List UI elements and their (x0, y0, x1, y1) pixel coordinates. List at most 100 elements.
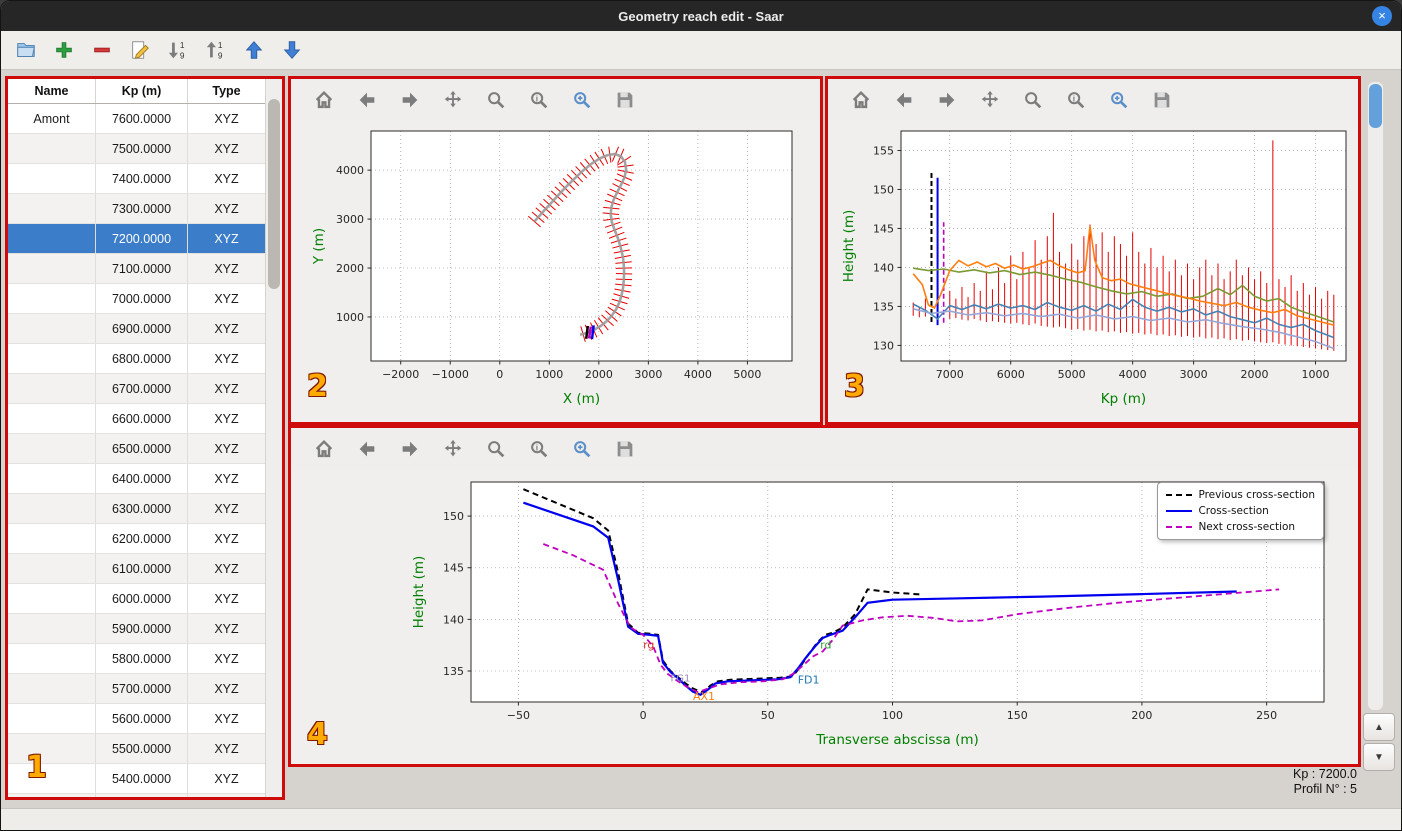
svg-text:150: 150 (873, 183, 894, 196)
zoom-button[interactable] (483, 436, 509, 462)
plan-figure: −2000 −1000 0 1000 2000 3000 4000 5000 1000 2000 3… (291, 121, 820, 422)
table-row[interactable]: 5900.0000 XYZ (8, 614, 266, 644)
cell-kp: 6000.0000 (96, 584, 188, 613)
table-row[interactable]: 6300.0000 XYZ (8, 494, 266, 524)
svg-text:Y (m): Y (m) (311, 228, 327, 265)
table-row[interactable]: 5300.0000XYZ (8, 794, 266, 797)
forward-button[interactable] (934, 87, 960, 113)
status-bar (1, 808, 1401, 830)
table-row[interactable]: 6600.0000 XYZ (8, 404, 266, 434)
table-row[interactable]: 5800.0000 XYZ (8, 644, 266, 674)
svg-text:6000: 6000 (997, 368, 1025, 381)
move-up-button[interactable] (241, 37, 267, 63)
content-area: Name Kp (m) Type Amont 7600.0000 XYZ 7500.000… (1, 69, 1401, 809)
table-row[interactable]: 6100.0000 XYZ (8, 554, 266, 584)
profile-up-button[interactable]: ▲ (1363, 713, 1395, 741)
table-row[interactable]: 6800.0000 XYZ (8, 344, 266, 374)
table-row[interactable]: 7400.0000 XYZ (8, 164, 266, 194)
customize-button[interactable] (1106, 87, 1132, 113)
edit-button[interactable] (127, 37, 153, 63)
add-button[interactable] (51, 37, 77, 63)
svg-text:140: 140 (443, 613, 464, 626)
pan-button[interactable] (440, 436, 466, 462)
longitudinal-figure: 7000 6000 5000 4000 3000 2000 1000 130 135 140 145… (828, 121, 1358, 422)
svg-text:9: 9 (218, 51, 223, 60)
customize-button[interactable] (569, 87, 595, 113)
profile-down-button[interactable]: ▼ (1363, 743, 1395, 771)
main-toolbar: 1919 (1, 31, 1401, 70)
cell-name (8, 134, 96, 163)
home-button[interactable] (311, 87, 337, 113)
table-row[interactable]: 6900.0000 XYZ (8, 314, 266, 344)
plan-plot-canvas[interactable]: −2000 −1000 0 1000 2000 3000 4000 5000 1000 2000 3… (291, 121, 820, 422)
cell-kp: 5300.0000 (96, 794, 188, 797)
subplots-button[interactable]: i (526, 87, 552, 113)
longitudinal-plot-canvas[interactable]: 7000 6000 5000 4000 3000 2000 1000 130 135 140 145… (828, 121, 1358, 422)
subplots-button[interactable]: i (1063, 87, 1089, 113)
svg-text:3000: 3000 (1180, 368, 1208, 381)
move-down-button[interactable] (279, 37, 305, 63)
back-icon (896, 92, 912, 108)
edit-icon (132, 41, 149, 59)
table-row[interactable]: 5600.0000 XYZ (8, 704, 266, 734)
back-button[interactable] (354, 436, 380, 462)
save-button[interactable] (612, 436, 638, 462)
back-button[interactable] (354, 87, 380, 113)
window-title: Geometry reach edit - Saar (618, 8, 784, 24)
table-row[interactable]: 6400.0000 XYZ (8, 464, 266, 494)
table-row[interactable]: 7100.0000 XYZ (8, 254, 266, 284)
subplots-button[interactable]: i (526, 436, 552, 462)
pan-button[interactable] (977, 87, 1003, 113)
cell-type: XYZ (188, 704, 266, 733)
svg-text:135: 135 (443, 665, 464, 678)
remove-button[interactable] (89, 37, 115, 63)
zoom-icon (1025, 92, 1042, 109)
zoom-button[interactable] (1020, 87, 1046, 113)
close-button[interactable]: × (1372, 6, 1392, 26)
table-row[interactable]: 6200.0000 XYZ (8, 524, 266, 554)
open-button[interactable] (13, 37, 39, 63)
svg-text:i: i (536, 443, 538, 452)
cell-type: XYZ (188, 254, 266, 283)
cell-kp: 5500.0000 (96, 734, 188, 763)
sort-ascending-button[interactable]: 19 (203, 37, 229, 63)
home-button[interactable] (848, 87, 874, 113)
save-button[interactable] (612, 87, 638, 113)
table-row[interactable]: 7200.0000 XYZ (8, 224, 266, 254)
zoom-button[interactable] (483, 87, 509, 113)
table-row[interactable]: 5700.0000 XYZ (8, 674, 266, 704)
longitudinal-plot-toolbar: i (828, 79, 1358, 121)
zoom-icon (488, 441, 505, 458)
table-row[interactable]: 7500.0000 XYZ (8, 134, 266, 164)
column-header-name[interactable]: Name (8, 79, 96, 103)
vertical-scrollbar[interactable] (1367, 81, 1384, 711)
forward-button[interactable] (397, 87, 423, 113)
table-row[interactable]: 7000.0000 XYZ (8, 284, 266, 314)
table-row[interactable]: 6700.0000 XYZ (8, 374, 266, 404)
home-button[interactable] (311, 436, 337, 462)
customize-button[interactable] (569, 436, 595, 462)
back-button[interactable] (891, 87, 917, 113)
sort-descending-button[interactable]: 19 (165, 37, 191, 63)
table-row[interactable]: 6500.0000 XYZ (8, 434, 266, 464)
table-row[interactable]: Amont 7600.0000 XYZ (8, 104, 266, 134)
svg-text:−2000: −2000 (382, 368, 419, 381)
svg-text:2000: 2000 (1241, 368, 1269, 381)
column-header-kp-m[interactable]: Kp (m) (96, 79, 188, 103)
pan-button[interactable] (440, 87, 466, 113)
titlebar: Geometry reach edit - Saar × (1, 1, 1401, 31)
current-cross-section-marker (590, 325, 595, 340)
table-row[interactable]: 7300.0000 XYZ (8, 194, 266, 224)
table-scrollbar[interactable] (265, 79, 282, 797)
cross-section-panel: i −50 0 50 100 150 200 250 135 140 145 150 Transver… (288, 425, 1361, 767)
vertical-scrollbar-thumb[interactable] (1369, 84, 1382, 128)
svg-text:7000: 7000 (936, 368, 964, 381)
forward-button[interactable] (397, 436, 423, 462)
save-button[interactable] (1149, 87, 1175, 113)
table-row[interactable]: 6000.0000 XYZ (8, 584, 266, 614)
table-scrollbar-thumb[interactable] (268, 99, 280, 289)
cell-name (8, 734, 96, 763)
column-header-type[interactable]: Type (188, 79, 266, 103)
svg-text:Transverse abscissa (m): Transverse abscissa (m) (815, 732, 979, 748)
cell-name (8, 404, 96, 433)
